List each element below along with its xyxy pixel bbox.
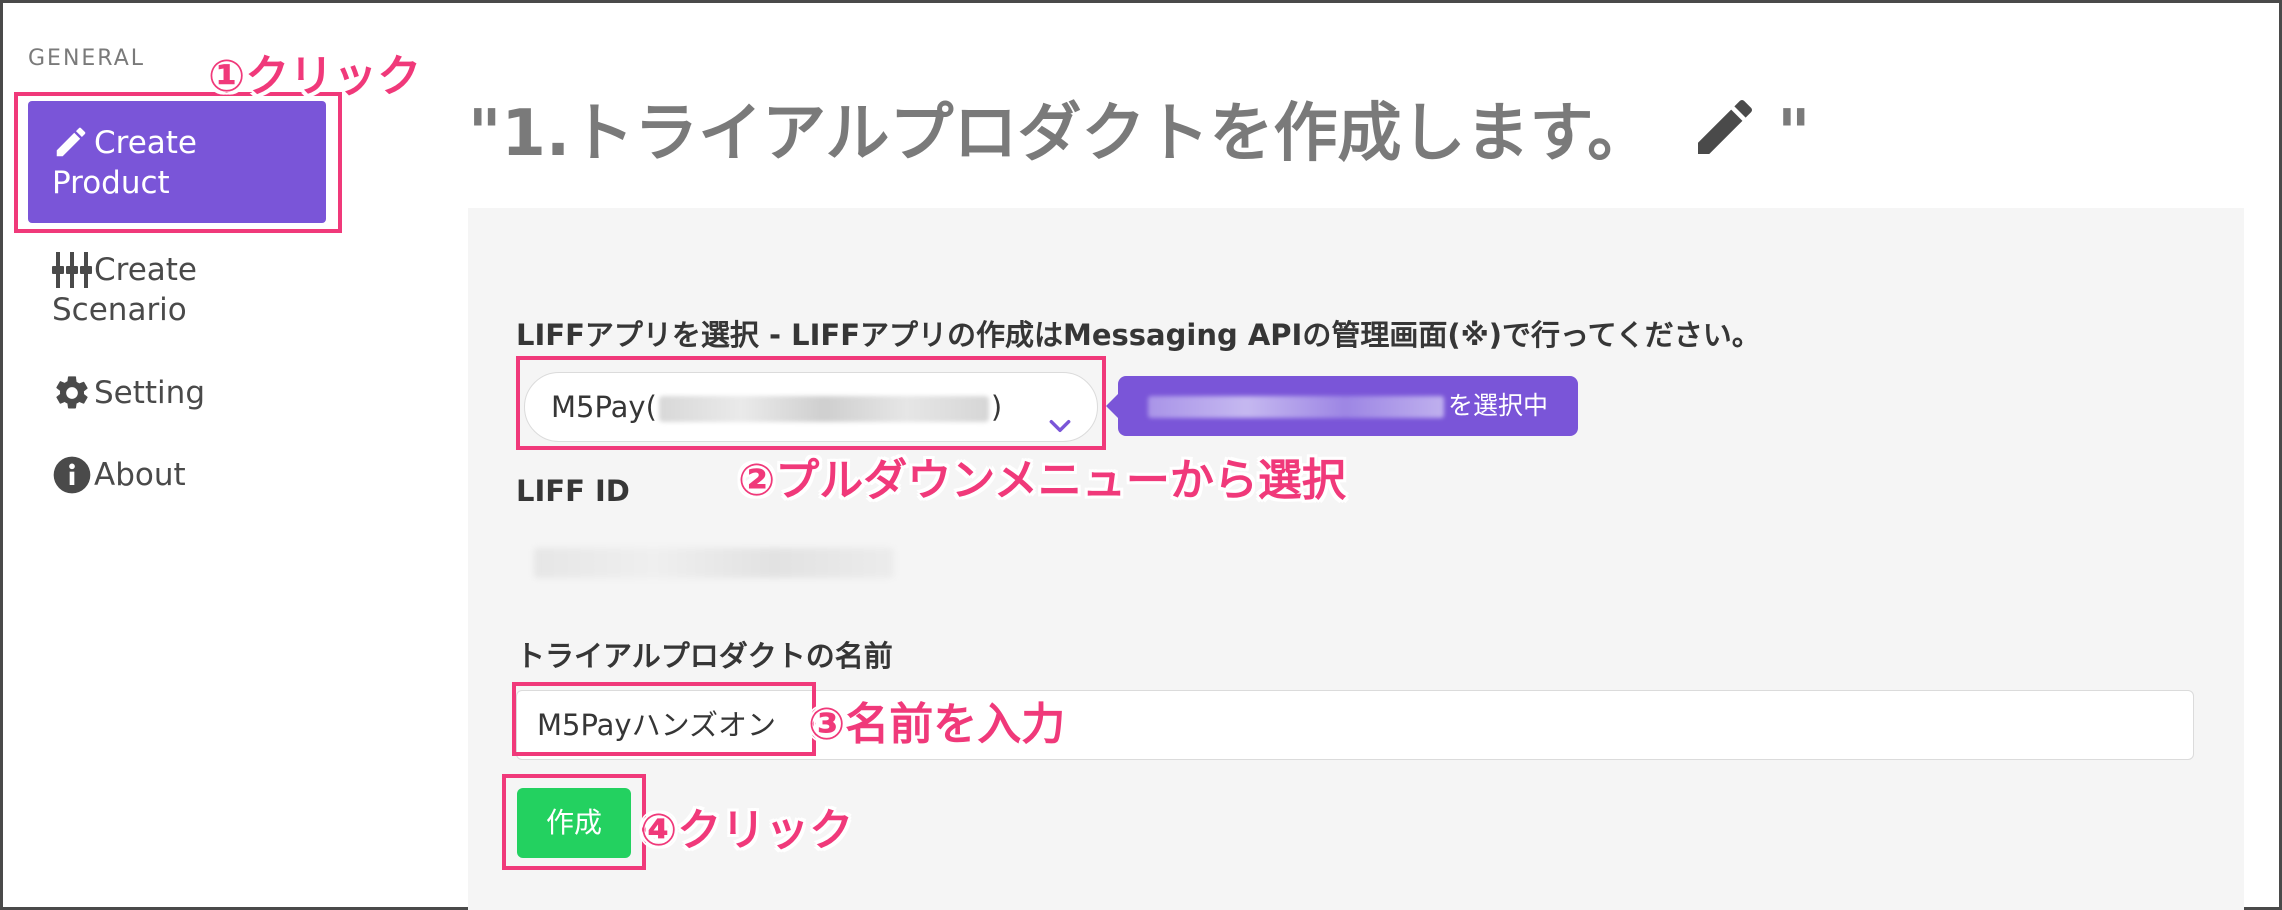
highlight-box-step2: [516, 356, 1106, 450]
sidebar-item-about[interactable]: About: [28, 455, 326, 495]
highlight-box-step4: [502, 774, 646, 870]
redacted-value: [1148, 396, 1444, 418]
sliders-icon: [52, 250, 94, 290]
page-title: "1.トライアルプロダクトを作成します。 ": [468, 82, 1811, 174]
liff-id-value-redacted: [534, 548, 894, 578]
highlight-box-step3: [512, 682, 816, 756]
pencil-icon: [1685, 91, 1773, 163]
sidebar-item-create-scenario[interactable]: Create Scenario: [28, 250, 326, 330]
annotation-step4: ④クリック: [640, 805, 854, 856]
sidebar-item-label: Setting: [94, 375, 205, 411]
sidebar-item-setting[interactable]: Setting: [28, 373, 326, 413]
liff-id-label: LIFF ID: [516, 474, 630, 508]
product-name-label: トライアルプロダクトの名前: [516, 639, 893, 673]
selected-app-tag: を選択中: [1106, 376, 1578, 436]
annotation-step3: ③名前を入力: [808, 699, 1066, 750]
gear-icon: [52, 373, 94, 413]
page-title-quote: ": [1777, 97, 1811, 171]
annotation-step2: ②プルダウンメニューから選択: [738, 455, 1346, 506]
sidebar-item-label: About: [94, 457, 186, 493]
menu-section-label: GENERAL: [28, 46, 146, 71]
page-title-text: "1.トライアルプロダクトを作成します。: [468, 97, 1652, 171]
info-icon: [52, 455, 94, 495]
liff-app-label: LIFFアプリを選択 - LIFFアプリの作成はMessaging APIの管理…: [516, 318, 1761, 352]
highlight-box-step1: [14, 92, 342, 233]
annotation-step1: ①クリック: [208, 51, 422, 102]
selected-tag-text: を選択中: [1448, 391, 1549, 420]
